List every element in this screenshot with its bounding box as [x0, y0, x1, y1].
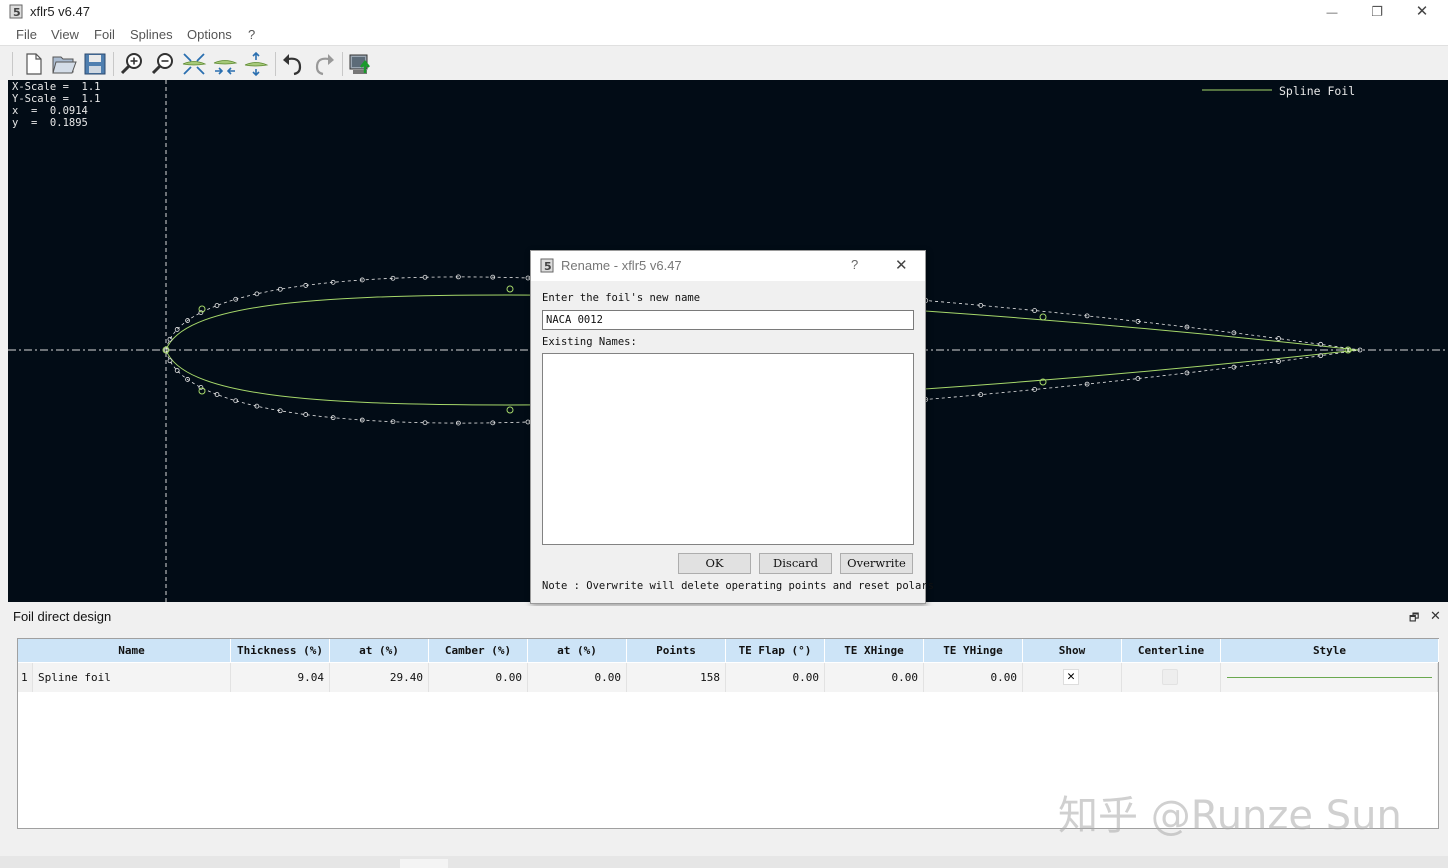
restore-button[interactable]: ❐ [1355, 0, 1399, 24]
minimize-button[interactable]: — [1310, 0, 1354, 24]
rename-dialog: 5 Rename - xflr5 v6.47 ? ✕ Enter the foi… [530, 250, 934, 604]
cell-te-xhinge[interactable]: 0.00 [825, 663, 924, 692]
svg-text:5: 5 [544, 260, 552, 273]
column-header-thickness[interactable]: Thickness (%) [231, 639, 330, 662]
table-row[interactable]: 1 Spline foil 9.04 29.40 0.00 0.00 158 0… [18, 663, 1438, 692]
menu-splines[interactable]: Splines [130, 27, 173, 42]
cell-te-yhinge[interactable]: 0.00 [924, 663, 1023, 692]
column-header-centerline[interactable]: Centerline [1122, 639, 1221, 662]
new-name-label: Enter the foil's new name [542, 292, 701, 304]
control-point[interactable] [506, 406, 514, 414]
close-window-button[interactable]: ✕ [1400, 0, 1444, 24]
cell-te-flap[interactable]: 0.00 [726, 663, 825, 692]
toolbar-separator [342, 52, 343, 76]
existing-names-label: Existing Names: [542, 336, 637, 348]
cell-show: ✕ [1023, 663, 1122, 692]
x-scale-icon[interactable] [212, 51, 238, 77]
redo-icon[interactable] [311, 51, 337, 77]
spline-point [214, 392, 220, 397]
close-icon: ✕ [1415, 3, 1429, 20]
column-header-points[interactable]: Points [627, 639, 726, 662]
centerline-checkbox[interactable] [1162, 669, 1178, 685]
zoom-in-icon[interactable] [119, 51, 145, 77]
xflr5-logo-icon: 5 [540, 258, 554, 273]
cell-camber[interactable]: 0.00 [429, 663, 528, 692]
restore-icon: ❐ [1371, 4, 1383, 19]
menu-file[interactable]: File [16, 27, 37, 42]
new-name-input[interactable] [542, 310, 914, 330]
cell-centerline [1122, 663, 1221, 692]
menu-help[interactable]: ? [248, 27, 255, 42]
dialog-title-bar: 5 Rename - xflr5 v6.47 ? ✕ [531, 251, 925, 281]
spline-point [214, 303, 220, 308]
column-header-name[interactable]: Name [33, 639, 231, 662]
reset-scale-icon[interactable] [181, 51, 207, 77]
menu-bar: File View Foil Splines Options ? [0, 24, 1448, 45]
spline-point [174, 327, 180, 332]
column-header-te-xhinge[interactable]: TE XHinge [825, 639, 924, 662]
window-title: xflr5 v6.47 [30, 4, 90, 19]
control-point[interactable] [506, 285, 514, 293]
cell-style[interactable] [1221, 663, 1438, 692]
spline-point [167, 358, 173, 364]
column-header-style[interactable]: Style [1221, 639, 1439, 662]
discard-button[interactable]: Discard [759, 553, 832, 574]
spline-point [174, 368, 180, 373]
cell-camber-at[interactable]: 0.00 [528, 663, 627, 692]
xflr5-logo-icon: 5 [9, 4, 23, 19]
zoom-out-icon[interactable] [150, 51, 176, 77]
dock-float-button[interactable]: 🗗 [1409, 609, 1419, 628]
taskbar-item [400, 859, 448, 868]
toolbar-separator [113, 52, 114, 76]
cell-thickness-at[interactable]: 29.40 [330, 663, 429, 692]
toolbar-separator [275, 52, 276, 76]
help-button[interactable]: ? [851, 257, 858, 272]
column-header-te-yhinge[interactable]: TE YHinge [924, 639, 1023, 662]
existing-names-list[interactable] [542, 353, 914, 545]
menu-view[interactable]: View [51, 27, 79, 42]
cell-name[interactable]: Spline foil [33, 663, 231, 692]
toolbar-separator [12, 52, 13, 76]
column-header-show[interactable]: Show [1023, 639, 1122, 662]
overwrite-button[interactable]: Overwrite [840, 553, 913, 574]
export-icon[interactable] [347, 51, 373, 77]
column-header-camber[interactable]: Camber (%) [429, 639, 528, 662]
dock-close-button[interactable]: ✕ [1430, 608, 1441, 624]
dock-header: Foil direct design 🗗 ✕ [8, 606, 1448, 628]
save-icon[interactable] [82, 51, 108, 77]
legend-label: Spline Foil [1279, 84, 1356, 98]
column-header-thickness-at[interactable]: at (%) [330, 639, 429, 662]
cell-points[interactable]: 158 [627, 663, 726, 692]
control-point[interactable] [1039, 313, 1047, 321]
style-line-sample [1227, 677, 1432, 678]
cell-thickness[interactable]: 9.04 [231, 663, 330, 692]
svg-text:5: 5 [13, 6, 21, 19]
watermark: 知乎 @Runze Sun [1058, 793, 1402, 839]
column-header-camber-at[interactable]: at (%) [528, 639, 627, 662]
new-document-icon[interactable] [20, 51, 46, 77]
undo-icon[interactable] [280, 51, 306, 77]
y-scale-icon[interactable] [243, 51, 269, 77]
table-corner [18, 639, 33, 662]
minimize-icon: — [1326, 7, 1338, 19]
row-index: 1 [18, 663, 33, 692]
overwrite-note: Note : Overwrite will delete operating p… [542, 580, 934, 592]
menu-foil[interactable]: Foil [94, 27, 115, 42]
toolbar [0, 45, 1448, 80]
status-bar [0, 856, 1448, 868]
ok-button[interactable]: OK [678, 553, 751, 574]
title-bar: 5 xflr5 v6.47 — ❐ ✕ [0, 0, 1448, 24]
dock-title: Foil direct design [13, 609, 112, 624]
column-header-te-flap[interactable]: TE Flap (°) [726, 639, 825, 662]
dialog-close-button[interactable]: ✕ [895, 256, 908, 274]
show-checkbox[interactable]: ✕ [1063, 669, 1079, 685]
spline-point [167, 336, 173, 342]
dialog-title: Rename - xflr5 v6.47 [561, 258, 682, 273]
menu-options[interactable]: Options [187, 27, 232, 42]
open-folder-icon[interactable] [51, 51, 77, 77]
